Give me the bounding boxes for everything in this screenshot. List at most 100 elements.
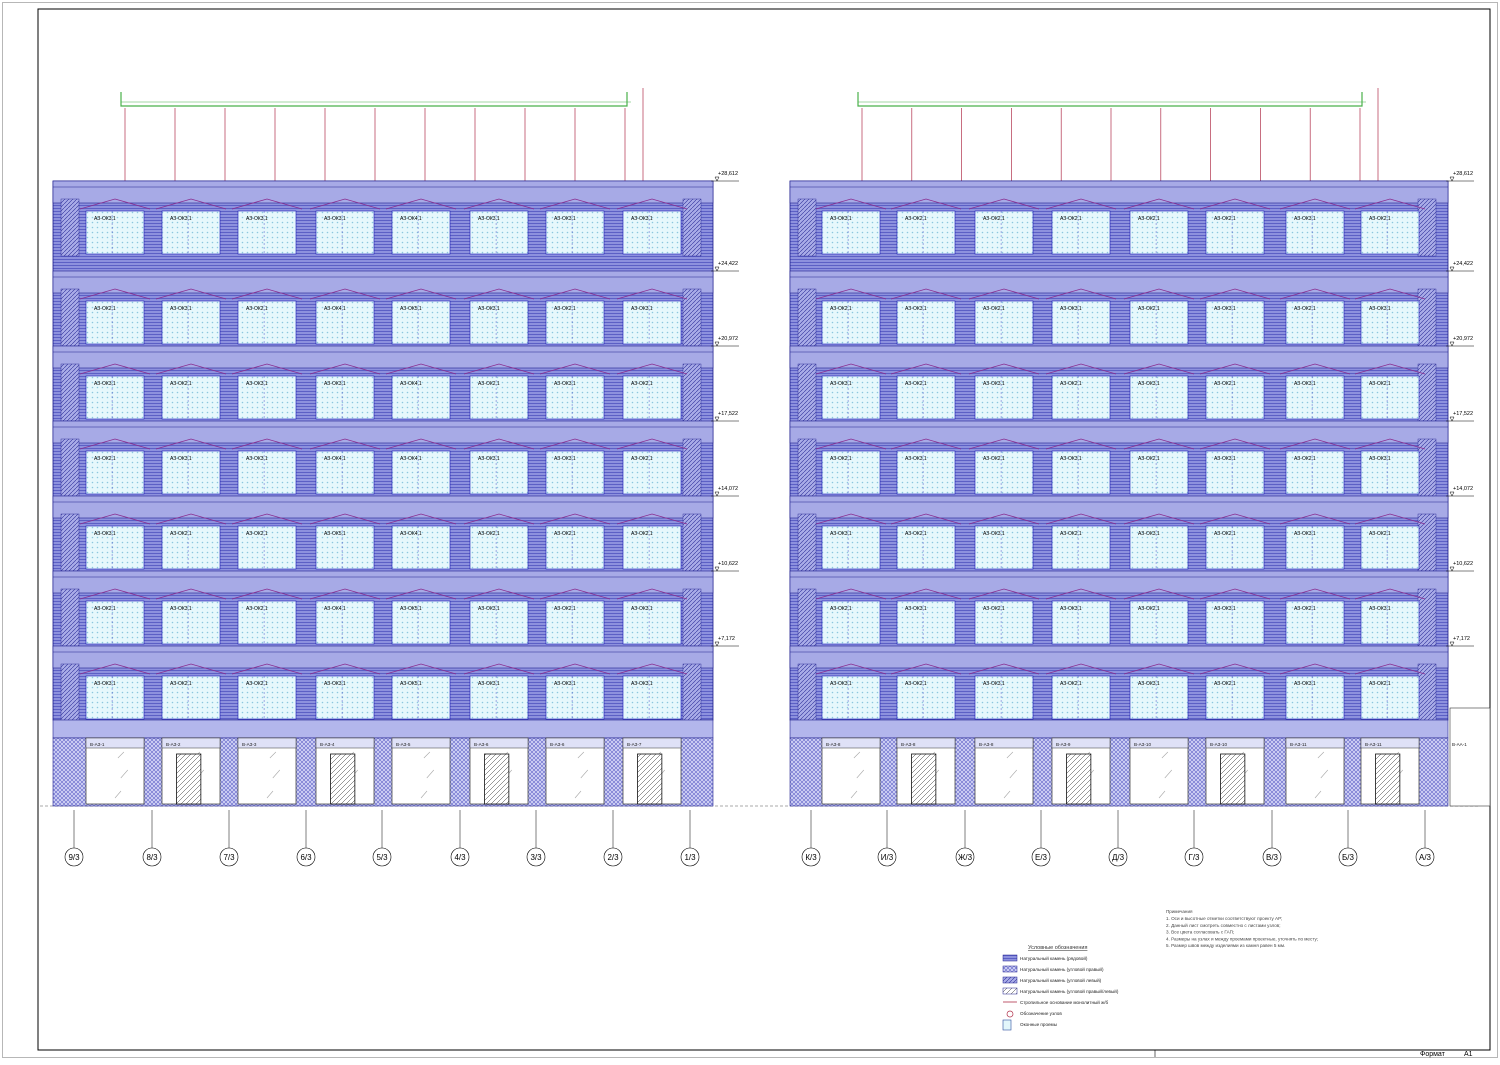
facade-drawing: АЗ-ОК3.1 АЗ-ОК3.1 АЗ-ОК3.1 АЗ-ОК3.1 АЗ-ОК4.1…	[2, 2, 1498, 1058]
level-mark: +10,622	[1453, 561, 1473, 567]
window-label: АЗ-ОК3.1	[830, 216, 852, 222]
storefront-label: В-АЗ-6	[474, 742, 489, 747]
drawing-sheet: АЗ-ОК3.1 АЗ-ОК3.1 АЗ-ОК3.1 АЗ-ОК3.1 АЗ-ОК4.1…	[0, 0, 1500, 1060]
storefront-label: В-АЗ-2	[166, 742, 181, 747]
axis-label: А/3	[1419, 853, 1432, 862]
roof-parapet	[120, 92, 628, 107]
window-label: АЗ-ОК2.1	[478, 381, 500, 387]
window-label: АЗ-ОК3.1	[1060, 306, 1082, 312]
corner-pier-right-4	[682, 513, 702, 572]
window-label: АЗ-ОК2.1	[1369, 216, 1391, 222]
window-label: АЗ-ОК3.1	[983, 681, 1005, 687]
window-label: АЗ-ОК2.1	[1060, 531, 1082, 537]
level-triangle-3	[1449, 416, 1455, 422]
window-label: АЗ-ОК2.1	[983, 456, 1005, 462]
window-label: АЗ-ОК3.1	[554, 681, 576, 687]
floor-band-4	[52, 495, 714, 519]
level-mark: +17,522	[1453, 411, 1473, 417]
window-label: АЗ-ОК2.1	[1369, 531, 1391, 537]
window-label: АЗ-ОК2.1	[1214, 216, 1236, 222]
window-label: АЗ-ОК3.1	[1369, 456, 1391, 462]
window-label: АЗ-ОК3.1	[94, 216, 116, 222]
window-label: АЗ-ОК3.1	[478, 216, 500, 222]
window-label: АЗ-ОК3.1	[631, 306, 653, 312]
window-label: АЗ-ОК3.1	[1294, 531, 1316, 537]
note-line: 2. Данный лист смотреть совместно с лист…	[1166, 922, 1281, 928]
floor-band-2	[789, 345, 1449, 369]
level-mark: +14,072	[718, 486, 738, 492]
floor-band-6	[789, 645, 1449, 669]
legend-swatch-window	[1002, 1019, 1012, 1031]
window-label: АЗ-ОК2.1	[94, 306, 116, 312]
level-triangle-6	[1449, 641, 1455, 647]
window-label: АЗ-ОК5.1	[400, 306, 422, 312]
corner-pier-left-4	[60, 513, 80, 572]
note-line: 1. Оси и высотные отметки соответствуют …	[1166, 916, 1282, 921]
window-label: АЗ-ОК2.1	[170, 681, 192, 687]
corner-pier-left-6	[60, 663, 80, 722]
entrance-door-left-1	[176, 753, 202, 805]
window-label: АЗ-ОК2.1	[905, 681, 927, 687]
storefront-label: В-АЗ-11	[1365, 742, 1382, 747]
window-label: АЗ-ОК2.1	[631, 456, 653, 462]
storefront-label: В-АЗ-3	[242, 742, 257, 747]
window-label: АЗ-ОК3.1	[905, 306, 927, 312]
window-label: АЗ-ОК2.1	[1214, 681, 1236, 687]
level-mark: +10,622	[718, 561, 738, 567]
legend-item-label: Натуральный камень (рядовой)	[1020, 955, 1088, 961]
storefront-label: В-АЗ-8	[826, 742, 841, 747]
window-label: АЗ-ОК3.1	[94, 381, 116, 387]
window-label: АЗ-ОК4.1	[400, 531, 422, 537]
level-mark: +17,522	[718, 411, 738, 417]
level-triangle-5	[714, 566, 720, 572]
axis-label: 8/3	[146, 853, 158, 862]
level-mark: +24,422	[718, 261, 738, 267]
axis-label: 1/3	[684, 853, 696, 862]
legend-item-label: Натуральный камень (угловой левый)	[1020, 977, 1102, 983]
window-label: АЗ-ОК5.1	[324, 531, 346, 537]
legend: Условные обозначения Натуральный камень …	[1002, 945, 1119, 1031]
window-label: АЗ-ОК2.1	[554, 531, 576, 537]
storefront-label: В-АЗ-10	[1134, 742, 1151, 747]
storefront-label: В-АЗ-8	[979, 742, 994, 747]
window-label: АЗ-ОК3.1	[554, 456, 576, 462]
window-label: АЗ-ОК3.1	[1214, 456, 1236, 462]
level-mark: +24,422	[1453, 261, 1473, 267]
level-triangle-4	[1449, 491, 1455, 497]
window-label: АЗ-ОК3.1	[94, 681, 116, 687]
legend-title: Условные обозначения	[1028, 945, 1087, 951]
ground-canopy	[789, 719, 1449, 739]
window-label: АЗ-ОК3.1	[1294, 381, 1316, 387]
format-value: А1	[1464, 1051, 1473, 1058]
notes-block: Примечания 1. Оси и высотные отметки соо…	[1166, 909, 1318, 948]
window-label: АЗ-ОК3.1	[478, 456, 500, 462]
window-label: АЗ-ОК2.1	[983, 306, 1005, 312]
window-label: АЗ-ОК2.1	[246, 681, 268, 687]
level-triangle-2	[714, 341, 720, 347]
legend-swatch-1	[1002, 965, 1018, 973]
window-label: АЗ-ОК3.1	[170, 306, 192, 312]
axis-label: Е/3	[1035, 853, 1048, 862]
floor-band-5	[789, 570, 1449, 594]
window-label: АЗ-ОК3.1	[631, 216, 653, 222]
level-triangle-2	[1449, 341, 1455, 347]
axis-label: Б/3	[1342, 853, 1354, 862]
window-label: АЗ-ОК3.1	[324, 216, 346, 222]
legend-item-label: Натуральный камень (угловой правый/левый…	[1020, 988, 1119, 994]
entrance-door-left-5	[484, 753, 510, 805]
corner-pier-right-2	[682, 363, 702, 422]
axis-label: 2/3	[607, 853, 619, 862]
floor-band-2	[52, 345, 714, 369]
window-label: АЗ-ОК3.1	[94, 531, 116, 537]
note-line: 5. Размер швов между изделиями из камня …	[1166, 943, 1285, 948]
corner-pier-right-6	[682, 663, 702, 722]
window-label: АЗ-ОК5.1	[400, 606, 422, 612]
corner-pier-right-5	[682, 588, 702, 647]
window-label: АЗ-ОК3.1	[478, 306, 500, 312]
window-label: АЗ-ОК2.1	[1060, 381, 1082, 387]
axis-label: 6/3	[300, 853, 312, 862]
annex-storefront	[1449, 707, 1491, 807]
corner-pier-left-3	[60, 438, 80, 497]
facade-stone-background	[789, 180, 1449, 721]
legend-item-label: Стропильное основание монолитный ж/б	[1020, 999, 1108, 1005]
